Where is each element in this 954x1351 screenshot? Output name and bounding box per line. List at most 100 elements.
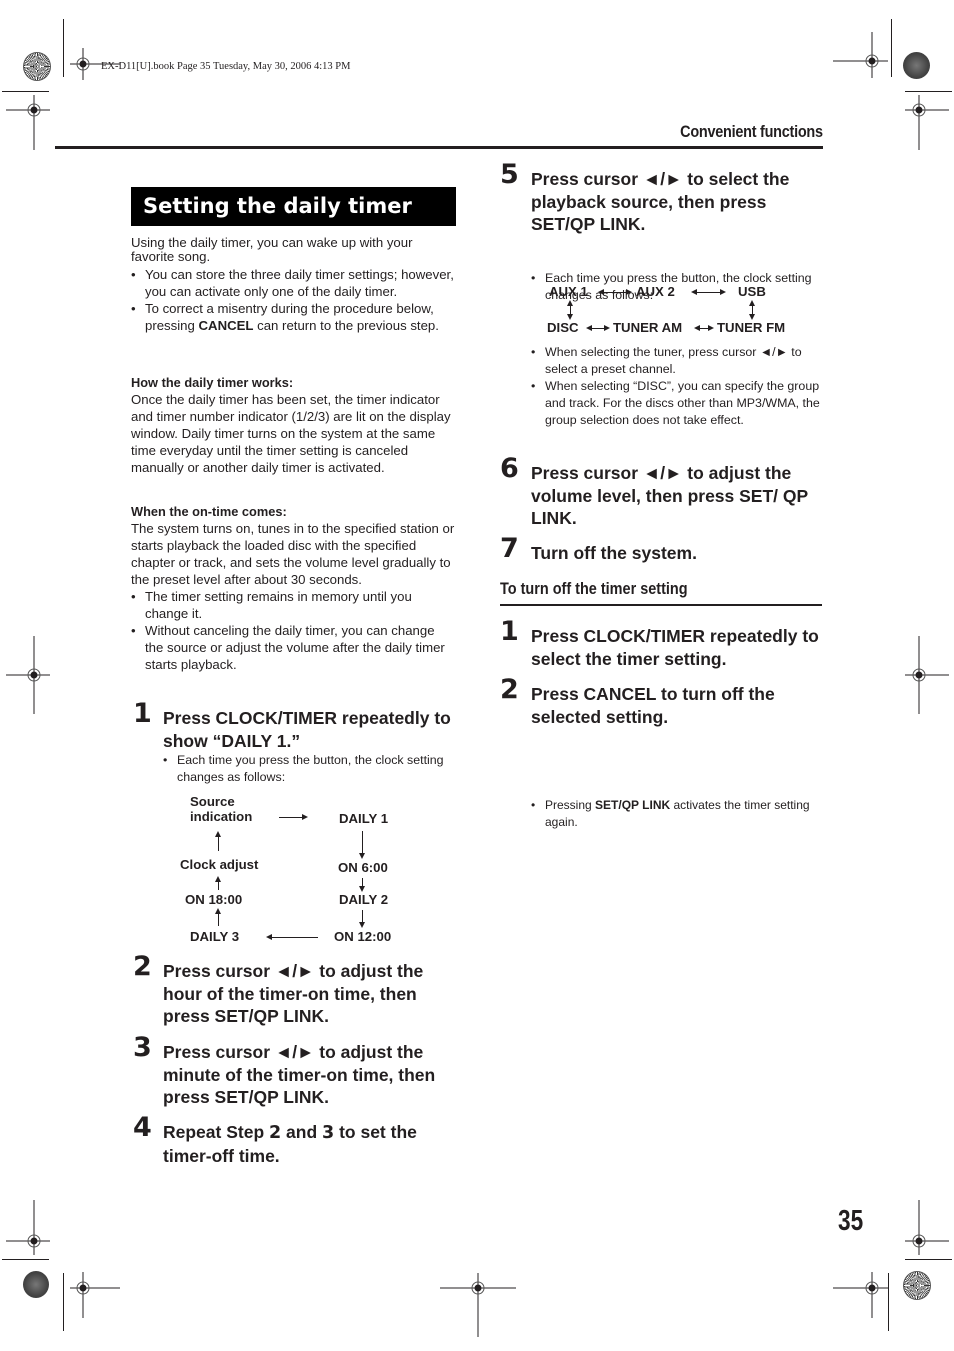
crosshair-icon — [70, 1272, 120, 1318]
arrow-head — [215, 908, 221, 914]
arrow-head — [266, 934, 272, 940]
turn-off-step-2-text: Press CANCEL to turn off the selected se… — [531, 684, 775, 727]
arrow-head — [626, 289, 632, 295]
flow-source-indication: Source indication — [190, 794, 253, 824]
flow-daily-2: DAILY 2 — [339, 892, 389, 907]
flow-on-12: ON 12:00 — [334, 929, 392, 944]
arrow-head — [720, 289, 726, 295]
intro-text: Using the daily timer, you can wake up w… — [131, 235, 413, 264]
subsection-rule — [500, 604, 822, 606]
crop-line — [905, 91, 952, 92]
step-3-text: Press cursor ◄/► to adjust the minute of… — [163, 1042, 436, 1107]
page-number: 35 — [838, 1205, 864, 1237]
flow-daily-3: DAILY 3 — [190, 929, 240, 944]
on-time-block: When the on-time comes: The system turns… — [131, 503, 456, 673]
step-number: 2 — [500, 674, 519, 705]
step-number: 4 — [133, 1112, 152, 1143]
step-number: 6 — [500, 453, 519, 484]
text: and — [281, 1122, 323, 1142]
how-works-text: Once the daily timer has been set, the t… — [131, 392, 451, 475]
step-7-text: Turn off the system. — [531, 543, 697, 563]
step-number: 5 — [500, 159, 519, 190]
color-target-icon — [903, 52, 930, 79]
flow-tuner-fm: TUNER FM — [717, 320, 786, 335]
crosshair-icon — [440, 1273, 516, 1337]
header-title: Convenient functions — [680, 122, 823, 141]
intro-bullet: You can store the three daily timer sett… — [131, 266, 456, 300]
arrow-up — [218, 882, 219, 890]
arrow-both — [696, 292, 721, 293]
arrow-head — [586, 325, 592, 331]
step-number: 3 — [133, 1032, 152, 1063]
flow-daily-1: DAILY 1 — [339, 811, 389, 826]
section-title: Setting the daily timer — [131, 187, 456, 226]
color-target-icon — [903, 1271, 931, 1300]
on-time-heading: When the on-time comes: — [131, 504, 287, 519]
flow-tuner-am: TUNER AM — [613, 320, 683, 335]
crosshair-icon — [905, 636, 949, 714]
arrow-head — [598, 289, 604, 295]
color-target-icon — [23, 1271, 49, 1298]
print-metadata: EX-D11[U].book Page 35 Tuesday, May 30, … — [101, 61, 351, 72]
step-ref: 2 — [269, 1123, 282, 1143]
how-works-block: How the daily timer works: Once the dail… — [131, 374, 456, 476]
on-time-text: The system turns on, tunes in to the spe… — [131, 521, 455, 587]
arrow-head — [567, 300, 573, 306]
crosshair-icon — [6, 95, 50, 150]
step-number: 2 — [133, 951, 152, 982]
arrow-head — [359, 922, 365, 928]
flow-aux-1: AUX 1 — [549, 284, 588, 299]
flow-disc: DISC — [547, 320, 579, 335]
step-5-bullets: When selecting the tuner, press cursor ◄… — [531, 344, 823, 429]
crosshair-icon — [833, 1272, 888, 1318]
step-2-text: Press cursor ◄/► to adjust the hour of t… — [163, 961, 424, 1026]
crop-line — [891, 19, 892, 77]
crop-line — [63, 1273, 64, 1331]
step-5-bullet: When selecting “DISC”, you can specify t… — [531, 378, 823, 429]
arrow-head — [215, 876, 221, 882]
turn-off-step-2-note: Pressing SET/QP LINK activates the timer… — [531, 797, 830, 831]
on-time-bullet: Without canceling the daily timer, you c… — [131, 622, 456, 673]
crop-line — [905, 1259, 952, 1260]
arrow-both — [603, 292, 627, 293]
arrow-up — [218, 914, 219, 926]
arrow-down — [362, 831, 363, 853]
arrow-both — [591, 328, 605, 329]
arrow-head — [604, 325, 610, 331]
crosshair-icon — [6, 1200, 50, 1255]
step-number: 1 — [133, 698, 152, 729]
crop-line — [888, 1273, 889, 1331]
crosshair-icon — [905, 1200, 949, 1255]
intro-block: Using the daily timer, you can wake up w… — [131, 236, 456, 334]
step-5-bullet: When selecting the tuner, press cursor ◄… — [531, 344, 823, 378]
header-rule — [55, 146, 823, 149]
crop-line — [2, 1259, 49, 1260]
intro-bullet: To correct a misentry during the procedu… — [131, 300, 456, 334]
flow-on-18: ON 18:00 — [185, 892, 243, 907]
arrow-head — [359, 853, 365, 859]
text: Pressing — [545, 798, 596, 812]
arrow-up — [218, 837, 219, 851]
step-6-text: Press cursor ◄/► to adjust the volume le… — [531, 463, 808, 528]
text: can return to the previous step. — [253, 318, 439, 333]
step-ref: 3 — [322, 1123, 335, 1143]
set-qp-link-key-label: SET/QP LINK — [595, 798, 671, 812]
flow-clock-adjust: Clock adjust — [180, 857, 259, 872]
step-number: 7 — [500, 533, 519, 564]
flow-on-6: ON 6:00 — [338, 860, 388, 875]
color-target-icon — [23, 52, 51, 81]
arrow-head — [691, 289, 697, 295]
arrow-down — [362, 878, 363, 886]
step-1-text: Press CLOCK/TIMER repeatedly to show “DA… — [163, 708, 451, 751]
on-time-bullet: The timer setting remains in memory unti… — [131, 588, 456, 622]
step-1-note: Each time you press the button, the cloc… — [163, 752, 467, 786]
crosshair-icon — [6, 636, 50, 714]
step-5-text: Press cursor ◄/► to select the playback … — [531, 169, 790, 234]
arrow-head — [302, 814, 308, 820]
arrow-right — [279, 817, 303, 818]
how-works-heading: How the daily timer works: — [131, 375, 294, 390]
arrow-head — [215, 831, 221, 837]
arrow-down — [362, 910, 363, 922]
arrow-head — [694, 325, 700, 331]
turn-off-step-1-text: Press CLOCK/TIMER repeatedly to select t… — [531, 626, 819, 669]
